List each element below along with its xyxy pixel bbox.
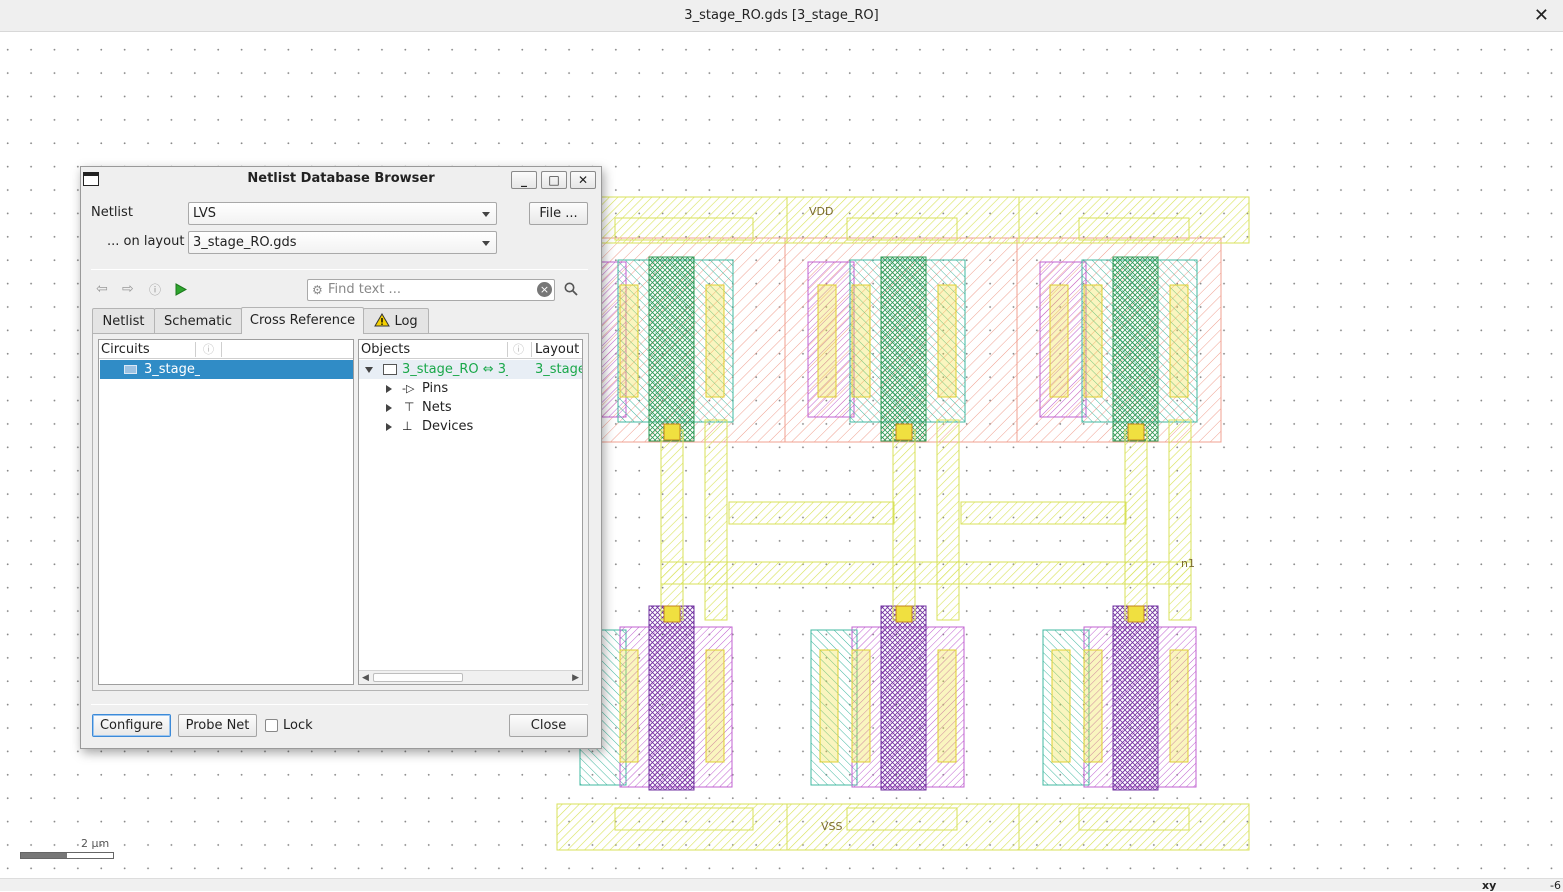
tab-netlist[interactable]: Netlist [92,308,155,334]
cross-reference-pane: Circuits ⓘ 3_stage_R Objects ⓘ Layout [92,333,589,691]
objects-panel[interactable]: Objects ⓘ Layout 3_stage_RO ⇔ 3_S 3_stag… [358,339,583,685]
layout-label: ... on layout [107,234,185,249]
scroll-left-icon[interactable]: ◀ [362,673,369,683]
objects-header[interactable]: Objects ⓘ Layout [359,340,582,359]
close-button-label: Close [530,718,567,733]
scale-label: 2 µm [81,837,110,850]
vdd-label: VDD [809,205,833,218]
circuits-header-label: Circuits [101,342,150,357]
vss-label: VSS [821,820,843,833]
window-title: 3_stage_RO.gds [3_stage_RO] [684,8,879,23]
file-menu-button[interactable]: File ... [529,202,588,225]
gear-icon[interactable]: ⚙ [312,280,323,300]
circuit-icon [124,365,137,374]
back-arrow-icon[interactable]: ⇦ [96,281,108,297]
dialog-title: Netlist Database Browser [247,171,435,186]
configure-button-label: Configure [99,718,163,733]
tab-label: Cross Reference [249,313,356,328]
tab-cross-reference[interactable]: Cross Reference [241,307,364,334]
chevron-down-icon [482,212,490,217]
n1-label: n1 [1181,557,1195,570]
divider [91,704,588,705]
netlist-label: Netlist [91,205,133,220]
layout-select[interactable]: 3_stage_RO.gds [188,231,497,254]
status-bar: xy -6 [0,878,1563,892]
tree-root-layout: 3_stage [535,362,582,377]
expand-right-icon[interactable] [386,423,392,431]
expand-down-icon[interactable] [365,367,373,373]
device-icon: ⊥ [402,419,413,433]
scroll-right-icon[interactable]: ▶ [572,673,579,683]
window-icon [83,172,99,186]
probe-net-button[interactable]: Probe Net [178,714,257,737]
search-icon[interactable] [564,282,578,296]
close-button[interactable]: Close [509,714,588,737]
info-icon: ⓘ [513,343,524,356]
pin-icon: -▷ [402,382,415,395]
window-close-icon[interactable]: ✕ [1534,0,1549,32]
circuit-name: 3_stage_R [144,362,200,377]
layout-select-value: 3_stage_RO.gds [193,235,297,250]
netlist-select[interactable]: LVS [188,202,497,225]
net-icon: ⊤ [404,400,415,414]
probe-net-button-label: Probe Net [185,718,250,733]
tree-item-label: Pins [422,381,449,396]
circuits-header[interactable]: Circuits ⓘ [99,340,353,359]
info-icon: ⓘ [203,343,214,356]
lock-label: Lock [283,718,313,733]
expand-right-icon[interactable] [386,404,392,412]
tab-schematic[interactable]: Schematic [154,308,242,334]
dialog-titlebar[interactable]: Netlist Database Browser _ □ ✕ [81,167,601,191]
status-xy-label: xy [1482,879,1497,892]
dialog-close-icon[interactable]: ✕ [570,171,596,189]
netlist-select-value: LVS [193,206,216,221]
play-icon[interactable] [175,283,187,296]
warning-icon [374,313,391,327]
tab-label: Schematic [163,314,233,329]
scale-bar-graphic [20,852,114,859]
find-text-placeholder: Find text ... [328,282,401,297]
tree-item-pins[interactable]: -▷ Pins [359,379,582,398]
tree-item-nets[interactable]: ⊤ Nets [359,398,582,417]
netlist-browser-dialog: Netlist Database Browser _ □ ✕ Netlist L… [80,166,602,749]
tree-item-label: Nets [422,400,452,415]
expand-right-icon[interactable] [386,385,392,393]
find-text-input[interactable]: ⚙ Find text ... × [307,279,555,301]
circuits-panel[interactable]: Circuits ⓘ 3_stage_R [98,339,354,685]
column-divider [507,342,508,357]
minimize-button[interactable]: _ [511,171,537,189]
layout-column-header: Layout [535,342,580,357]
forward-arrow-icon[interactable]: ⇨ [122,281,134,297]
tab-label: Netlist [102,314,145,329]
tab-label: Log [394,314,418,329]
horizontal-scrollbar[interactable]: ◀ ▶ [359,670,582,684]
maximize-button[interactable]: □ [541,171,567,189]
objects-header-label: Objects [361,342,411,357]
tab-log[interactable]: Log [363,308,429,334]
tree-root-row[interactable]: 3_stage_RO ⇔ 3_S 3_stage [359,360,582,379]
scrollbar-thumb[interactable] [373,673,463,682]
clear-icon[interactable]: × [537,282,552,297]
circuit-row[interactable]: 3_stage_R [100,360,353,379]
tree-root-label: 3_stage_RO ⇔ 3_S [402,362,508,377]
column-divider [221,342,222,357]
window-titlebar: 3_stage_RO.gds [3_stage_RO] ✕ [0,0,1563,32]
info-icon[interactable]: ⓘ [149,281,161,298]
chevron-down-icon [482,241,490,246]
file-button-label: File ... [539,206,578,221]
column-divider [531,342,532,357]
circuit-icon [383,364,397,375]
configure-button[interactable]: Configure [92,714,171,737]
divider [91,269,588,270]
lock-checkbox[interactable] [265,719,278,732]
tree-item-label: Devices [422,419,474,434]
tree-item-devices[interactable]: ⊥ Devices [359,417,582,436]
status-coordinate: -6 [1550,879,1561,892]
column-divider [195,342,196,357]
